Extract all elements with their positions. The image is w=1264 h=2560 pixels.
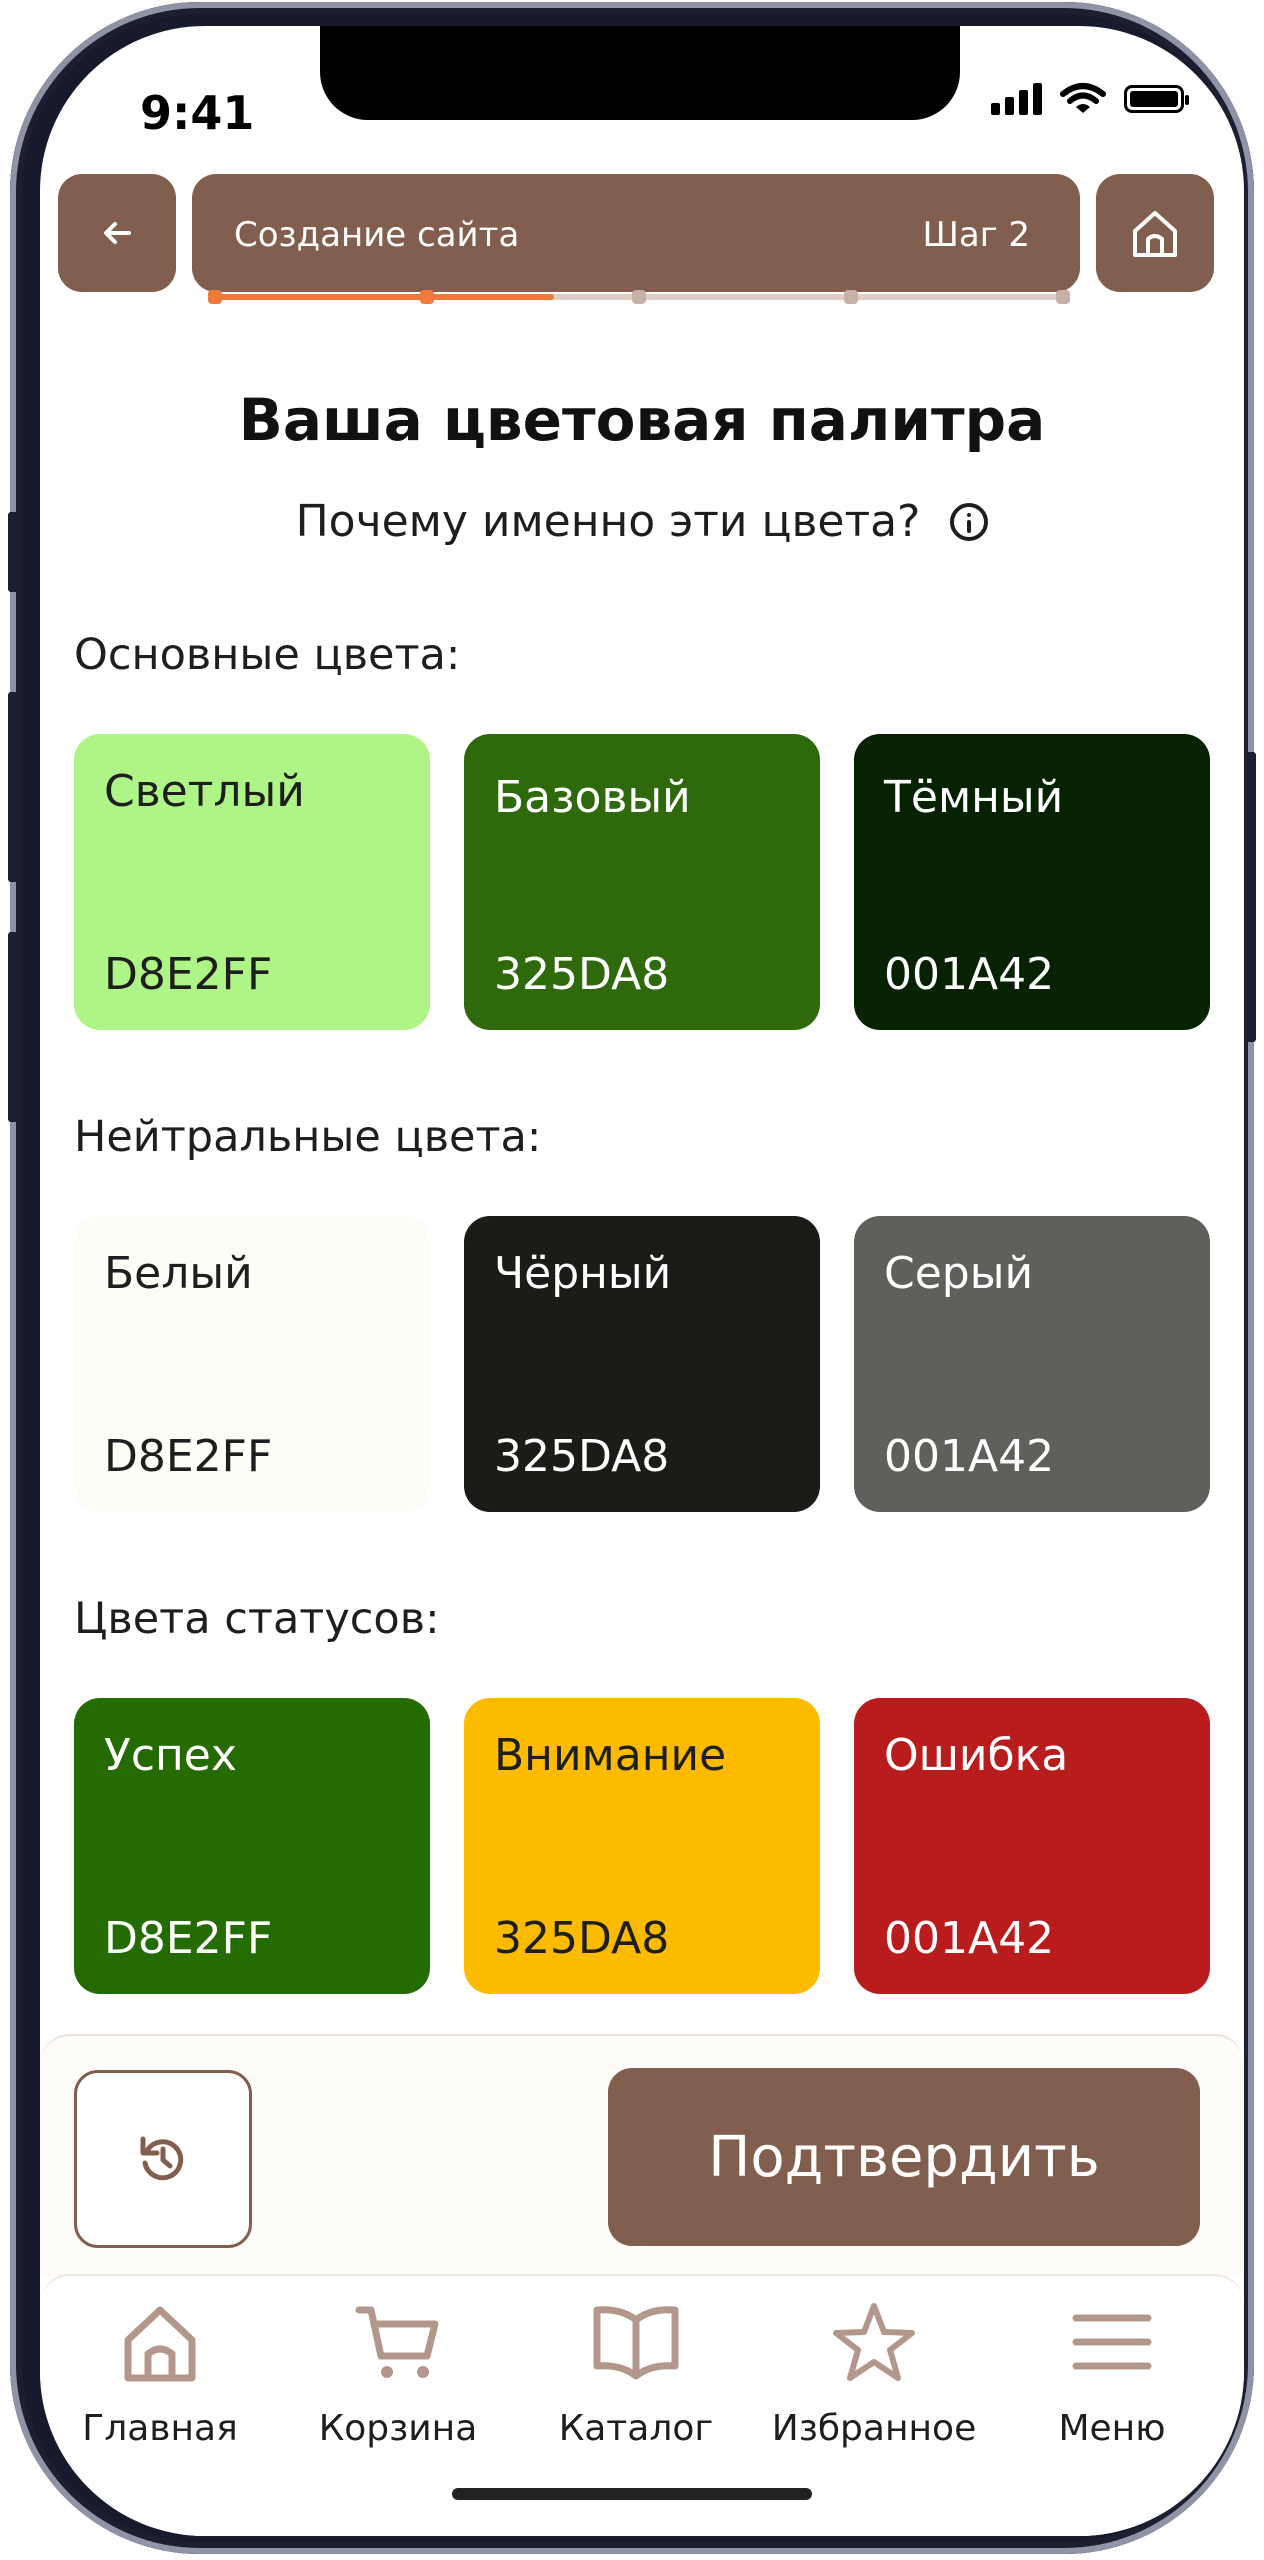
page-subtitle: Почему именно эти цвета? [295,496,921,547]
status-icons [991,82,1189,116]
notch [320,26,960,120]
tab-label: Корзина [318,2408,478,2449]
color-swatch-gray[interactable]: Серый 001A42 [854,1216,1210,1512]
color-swatch-warning[interactable]: Внимание 325DA8 [464,1698,820,1994]
page-title: Ваша цветовая палитра [238,386,1046,454]
tab-favorites[interactable]: Избранное [756,2294,992,2454]
tab-catalog[interactable]: Каталог [518,2294,754,2454]
swatch-name: Серый [884,1248,1034,1299]
swatch-name: Светлый [104,766,305,817]
refresh-icon [140,2136,184,2181]
swatch-name: Тёмный [884,772,1064,823]
progress-step-3 [632,290,646,304]
tab-label: Каталог [558,2408,714,2449]
swatch-code: D8E2FF [104,949,273,1000]
tab-cart[interactable]: Корзина [280,2294,516,2454]
progress-step-2 [420,290,434,304]
swatch-code: 325DA8 [494,1913,670,1964]
swatch-name: Внимание [494,1730,727,1781]
header-title: Создание сайта [234,215,520,255]
color-swatch-error[interactable]: Ошибка 001A42 [854,1698,1210,1994]
step-progress-bar [208,288,1070,308]
progress-step-1 [208,290,222,304]
swatch-code: 001A42 [884,949,1055,1000]
step-indicator: Шаг 2 [922,215,1031,255]
swatch-name: Белый [104,1248,253,1299]
battery-icon [1124,85,1189,113]
app-screen: 9:41 Создание сайта Шаг 2 Ваша цветовая … [40,26,1244,2536]
wifi-icon [1060,83,1106,113]
swatch-code: 325DA8 [494,949,670,1000]
tab-label: Главная [82,2408,238,2449]
swatch-code: D8E2FF [104,1913,273,1964]
confirm-button[interactable]: Подтвердить [608,2068,1200,2246]
home-button[interactable] [1096,174,1214,292]
status-time: 9:41 [140,86,255,140]
tab-home[interactable]: Главная [42,2294,278,2454]
swatch-code: 001A42 [884,1913,1055,1964]
swatch-name: Ошибка [884,1730,1069,1781]
swatch-name: Базовый [494,772,691,823]
section-title-status: Цвета статусов: [74,1594,440,1644]
tab-menu[interactable]: Меню [994,2294,1230,2454]
color-swatch-base[interactable]: Базовый 325DA8 [464,734,820,1030]
back-button[interactable] [58,174,176,292]
swatch-code: 325DA8 [494,1431,670,1482]
cart-icon [355,2306,439,2378]
phone-volume-up [8,692,18,882]
book-icon [593,2306,679,2380]
swatch-name: Чёрный [494,1248,672,1299]
color-swatch-dark[interactable]: Тёмный 001A42 [854,734,1210,1030]
color-swatch-white[interactable]: Белый D8E2FF [74,1216,430,1512]
phone-power-button [1246,752,1256,1042]
cellular-signal-icon [991,83,1042,115]
section-title-neutral: Нейтральные цвета: [74,1112,542,1162]
info-icon[interactable] [950,502,989,541]
phone-frame: 9:41 Создание сайта Шаг 2 Ваша цветовая … [8,2,1256,2554]
section-title-primary: Основные цвета: [74,630,461,680]
home-indicator [452,2488,812,2500]
arrow-left-icon [104,222,131,244]
step-progress-fill [212,294,554,300]
progress-step-5 [1056,290,1070,304]
color-swatch-success[interactable]: Успех D8E2FF [74,1698,430,1994]
color-swatch-black[interactable]: Чёрный 325DA8 [464,1216,820,1512]
home-icon [1133,211,1177,257]
home-icon [124,2306,196,2382]
swatch-code: 001A42 [884,1431,1055,1482]
menu-icon [1072,2314,1152,2370]
palette-explanation-link[interactable]: Почему именно эти цвета? [40,496,1244,547]
step-header: Создание сайта Шаг 2 [192,174,1080,292]
tab-label: Избранное [771,2408,977,2449]
swatch-code: D8E2FF [104,1431,273,1482]
star-icon [833,2303,915,2381]
reset-button[interactable] [74,2070,252,2248]
swatch-name: Успех [104,1730,237,1781]
progress-step-4 [844,290,858,304]
phone-volume-down [8,932,18,1122]
phone-mute-switch [8,512,18,592]
color-swatch-light[interactable]: Светлый D8E2FF [74,734,430,1030]
tab-label: Меню [1058,2408,1166,2449]
